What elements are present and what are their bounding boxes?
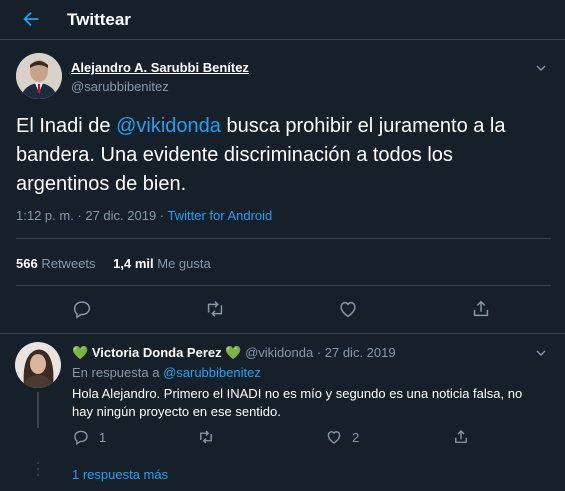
chevron-down-icon[interactable] — [535, 62, 547, 74]
reply-header: 💚 Victoria Donda Perez 💚 @vikidonda · 27… — [72, 345, 396, 361]
chevron-down-icon[interactable] — [535, 347, 547, 359]
retweets-stat[interactable]: 566 Retweets — [16, 256, 96, 271]
reply-like-action[interactable]: 2 — [325, 428, 359, 446]
tweet-text: El Inadi de @vikidonda busca prohibir el… — [16, 112, 551, 199]
green-heart-icon: 💚 — [72, 345, 89, 360]
reply-retweet-action[interactable] — [197, 428, 215, 446]
reply-share-action[interactable] — [452, 428, 470, 446]
reply-author-avatar[interactable] — [15, 342, 61, 388]
reply-author-handle[interactable]: @vikidonda — [245, 345, 313, 360]
tweet-stats: 566 Retweets 1,4 mil Me gusta — [16, 256, 211, 271]
tweet-text-part: El Inadi de — [16, 115, 117, 137]
like-icon[interactable] — [337, 298, 359, 320]
page-title: Twittear — [67, 10, 131, 29]
retweets-count: 566 — [16, 256, 38, 271]
thread-dots — [36, 462, 40, 480]
retweet-icon[interactable] — [204, 298, 226, 320]
tweet-timestamp[interactable]: 1:12 p. m. · 27 dic. 2019 · — [16, 208, 168, 223]
tweet-mention-link[interactable]: @vikidonda — [116, 115, 221, 137]
retweets-label: Retweets — [41, 256, 96, 271]
in-reply-to: En respuesta a @sarubbibenitez — [72, 365, 261, 380]
reply-replies-count: 1 — [99, 429, 107, 445]
top-header: Twittear — [0, 0, 565, 40]
reply-author-name[interactable]: Victoria Donda Perez — [92, 345, 222, 360]
divider — [16, 285, 551, 286]
reply-icon — [74, 430, 88, 446]
thread-line — [37, 392, 39, 428]
in-reply-to-link[interactable]: @sarubbibenitez — [163, 365, 261, 380]
author-name[interactable]: Alejandro A. Sarubbi Benítez — [71, 60, 249, 75]
back-arrow-icon[interactable] — [20, 8, 42, 30]
retweet-icon — [200, 430, 212, 444]
reply-reply-action[interactable]: 1 — [72, 428, 106, 446]
author-avatar[interactable] — [16, 53, 62, 99]
section-divider — [0, 333, 565, 334]
author-handle[interactable]: @sarubbibenitez — [71, 79, 169, 94]
likes-stat[interactable]: 1,4 mil Me gusta — [113, 256, 211, 271]
reply-likes-count: 2 — [352, 429, 360, 445]
share-icon — [455, 430, 467, 443]
reply-text: Hola Alejandro. Primero el INADI no es m… — [72, 386, 523, 419]
tweet-source-link[interactable]: Twitter for Android — [168, 208, 273, 223]
like-icon — [327, 431, 341, 444]
likes-label: Me gusta — [157, 256, 211, 271]
reply-date[interactable]: · 27 dic. 2019 — [317, 345, 396, 360]
show-more-replies-link[interactable]: 1 respuesta más — [72, 467, 168, 482]
divider — [16, 238, 551, 239]
green-heart-icon: 💚 — [225, 345, 242, 360]
likes-count: 1,4 mil — [113, 256, 154, 271]
reply-icon[interactable] — [71, 298, 93, 320]
share-icon[interactable] — [470, 298, 492, 320]
in-reply-to-label: En respuesta a — [72, 365, 164, 380]
tweet-meta: 1:12 p. m. · 27 dic. 2019 · Twitter for … — [16, 208, 272, 223]
